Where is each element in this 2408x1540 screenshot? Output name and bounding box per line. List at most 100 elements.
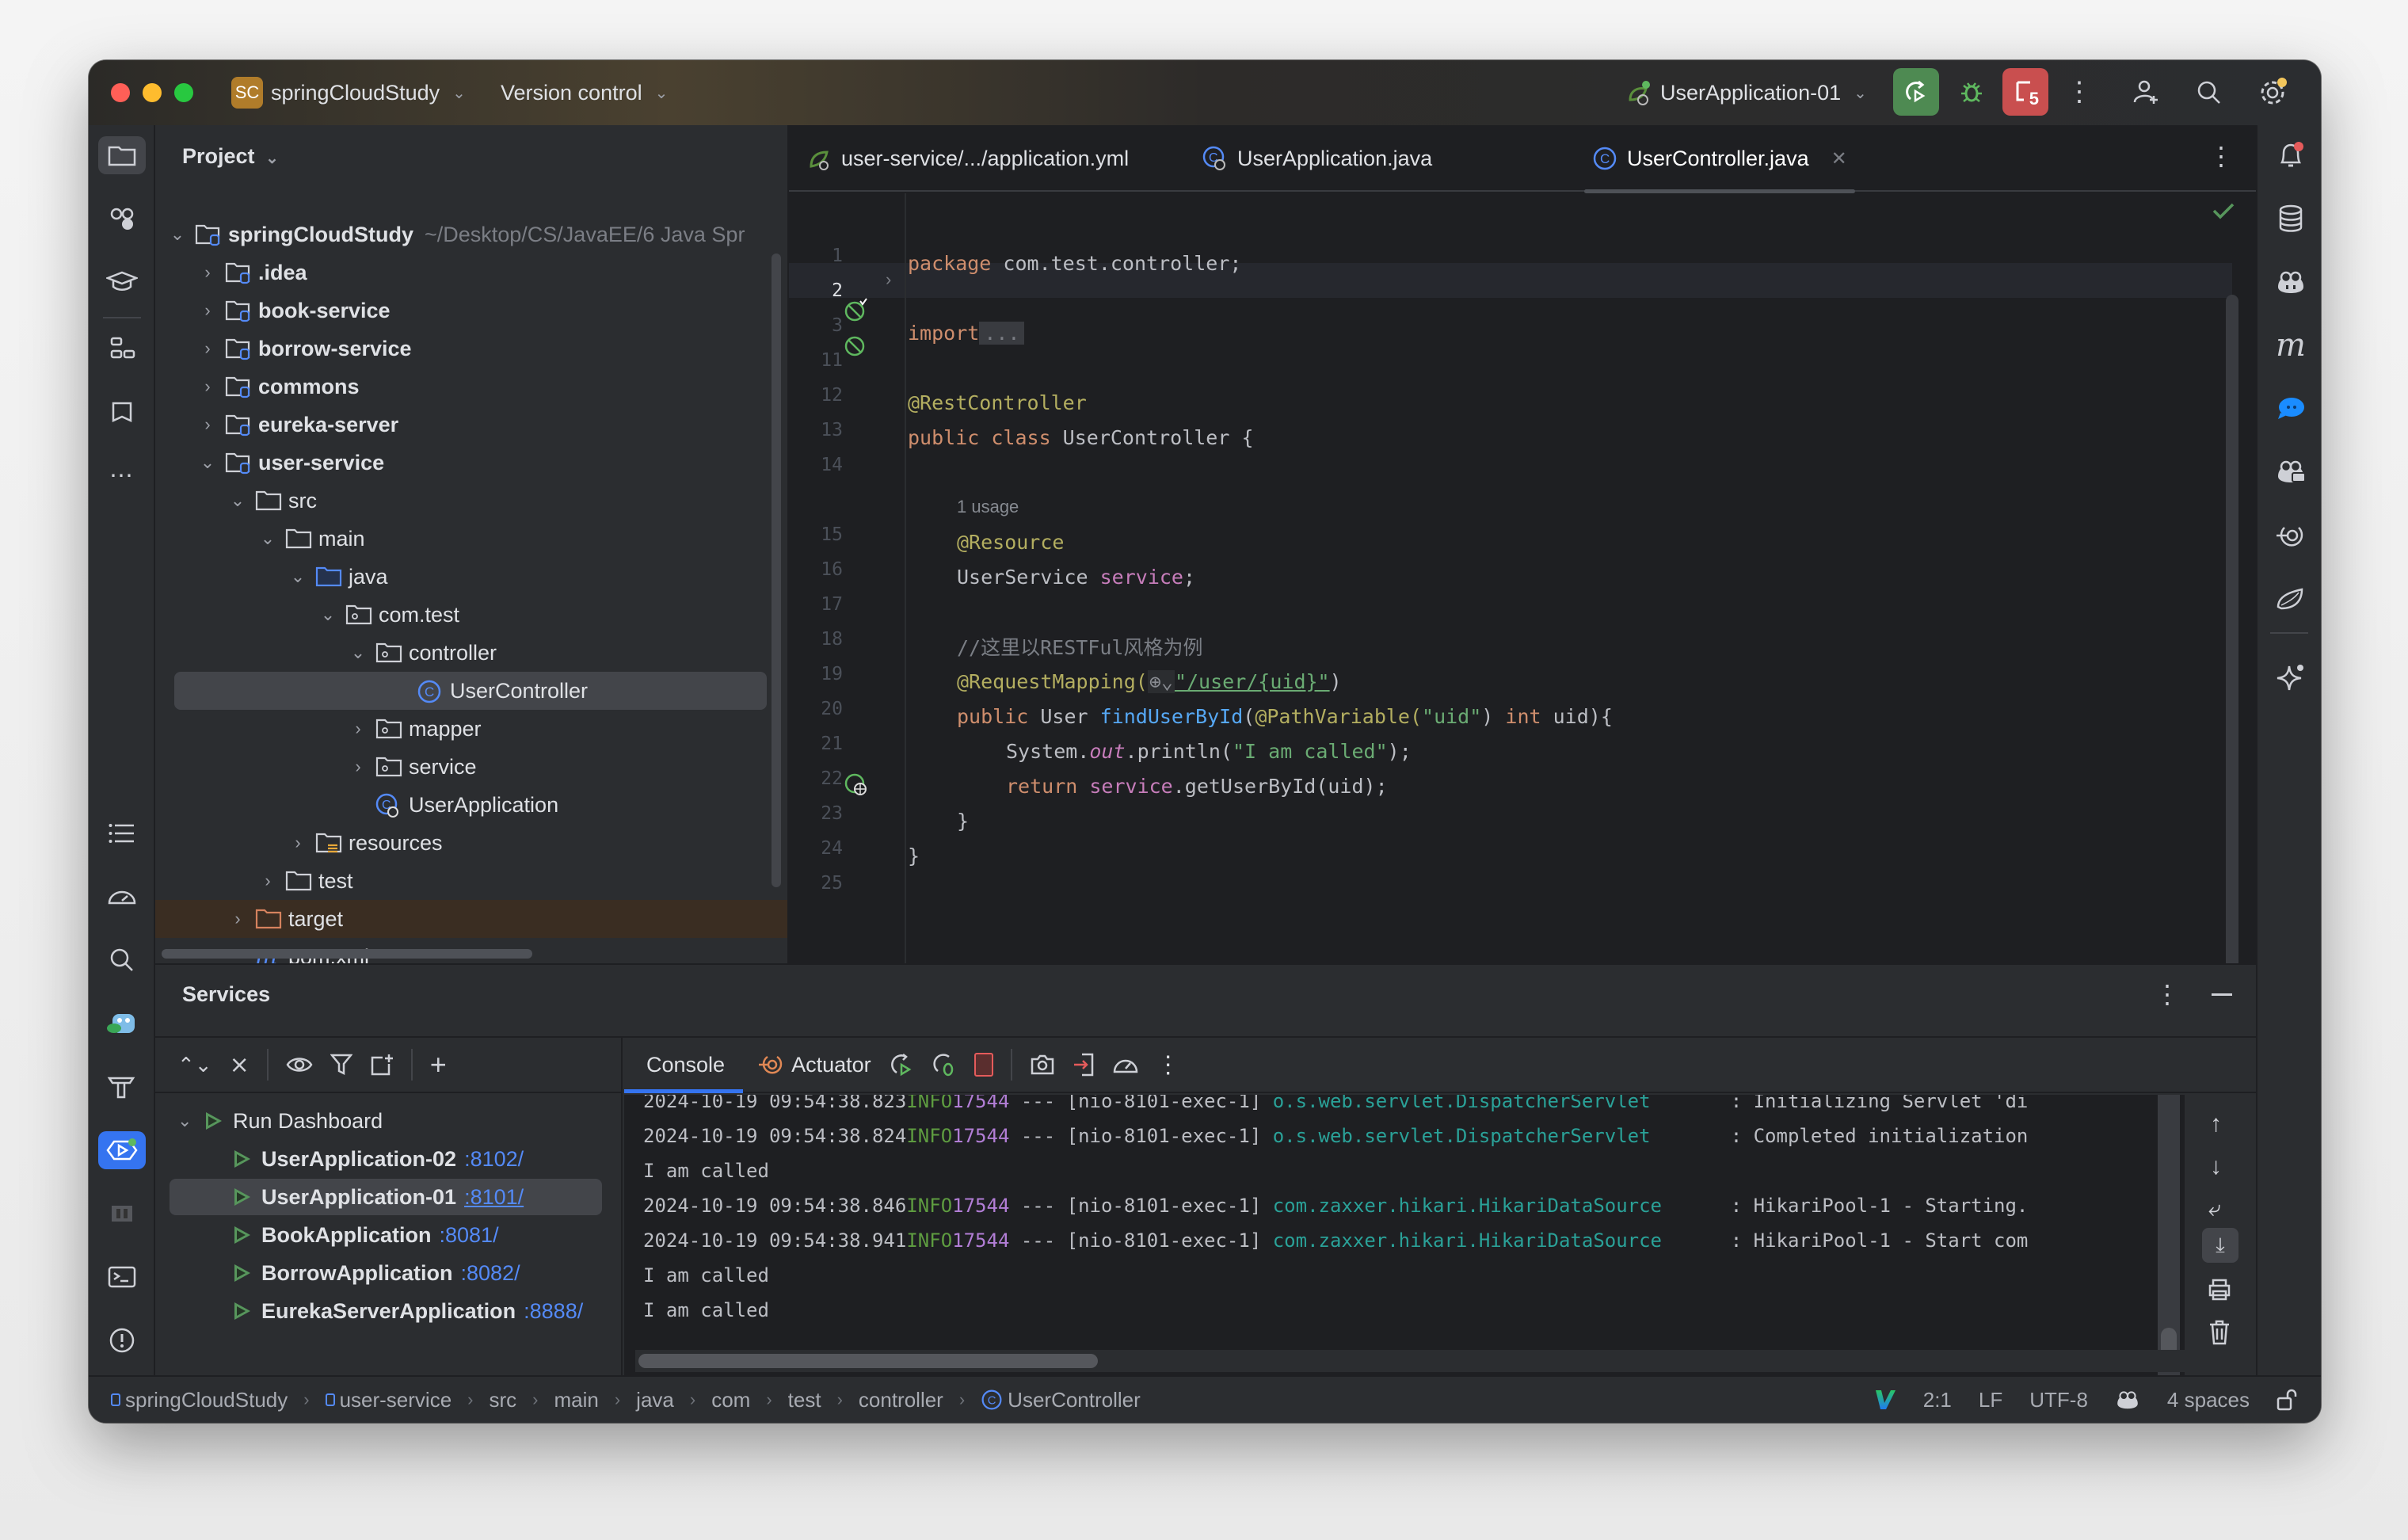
http-endpoint-icon[interactable]: ⊕⌄ [1147,669,1175,693]
console-vertical-scrollbar[interactable] [2158,1095,2180,1375]
chevron-right-icon[interactable]: › [196,376,219,397]
console-more-button[interactable]: ⋮ [1156,1051,1180,1079]
chevron-right-icon[interactable]: › [347,757,369,777]
chevron-down-icon[interactable]: ⌄ [287,566,309,587]
fold-imports-icon[interactable]: › [886,269,891,290]
learn-tool-button[interactable] [103,200,141,238]
breadcrumb-item[interactable]: main [554,1388,598,1412]
line-number[interactable]: 20 [789,699,843,719]
line-number[interactable]: 19 [789,664,843,684]
run-config-selector[interactable]: UserApplication-01 ⌄ [1625,60,1867,125]
chevron-right-icon[interactable]: › [347,719,369,739]
tree-item[interactable]: ⌄ java [155,558,787,596]
structure-tool-button[interactable] [103,330,141,368]
tree-item[interactable]: › book-service [155,292,787,330]
console-output[interactable]: 2024-10-19 09:54:38.823 INFO 17544 --- [… [624,1095,2185,1375]
stop-button[interactable] [973,1053,993,1077]
rerun-debug-button[interactable] [932,1052,957,1077]
indent-setting[interactable]: 4 spaces [2167,1388,2250,1412]
project-panel-header[interactable]: Project ⌄ [182,144,279,169]
service-item[interactable]: BorrowApplication:8082/ [234,1255,520,1291]
ai-assistant-button[interactable] [2272,659,2310,697]
add-service-button[interactable]: + [430,1048,447,1081]
line-number[interactable]: 13 [789,420,843,440]
tree-item[interactable]: › target [155,900,787,938]
tree-item[interactable]: ⌄ user-service [155,444,787,482]
line-number[interactable]: 3 [789,315,843,336]
chevron-down-icon[interactable]: ⌄ [347,642,369,663]
maximize-window-button[interactable] [174,83,193,102]
tree-item[interactable]: › service [155,748,787,786]
chevron-down-icon[interactable]: ⌄ [317,604,339,625]
database-tool-button[interactable] [103,1195,141,1233]
project-tool-button[interactable] [98,136,146,174]
line-number[interactable]: 25 [789,873,843,894]
tree-horizontal-scrollbar[interactable] [162,949,532,959]
line-number[interactable]: 15 [789,524,843,545]
services-options-button[interactable]: ⋮ [2155,979,2180,1009]
line-number[interactable]: 16 [789,559,843,580]
copilot-status-icon[interactable] [2115,1389,2140,1411]
close-window-button[interactable] [111,83,130,102]
cursor-position[interactable]: 2:1 [1923,1388,1952,1412]
version-control-menu[interactable]: Version control ⌄ [501,60,668,125]
tree-item[interactable]: ⌄ com.test [155,596,787,634]
tree-item[interactable]: › test [155,862,787,900]
settings-button[interactable] [2251,71,2294,114]
tree-item[interactable]: ⌄ src [155,482,787,520]
minimize-window-button[interactable] [143,83,162,102]
tree-item[interactable]: › mapper [155,710,787,748]
debug-button[interactable] [1949,68,1995,116]
tab-application-yml[interactable]: user-service/.../application.yml [808,125,1129,192]
breadcrumb-item[interactable]: test [788,1388,821,1412]
line-number[interactable]: 18 [789,629,843,650]
spring-button[interactable] [2272,580,2310,618]
chevron-down-icon[interactable]: ⌄ [196,452,219,473]
tree-item-root[interactable]: ⌄ springCloudStudy ~/Desktop/CS/JavaEE/6 J… [155,215,787,253]
build-tool-button[interactable] [103,1068,141,1106]
run-dashboard-node[interactable]: ⌄ Run Dashboard [177,1103,383,1139]
tabs-menu-button[interactable]: ⋮ [2208,141,2234,171]
plugin-tool-button[interactable] [103,1004,141,1043]
new-tab-button[interactable] [370,1053,394,1077]
line-number[interactable]: 22 [789,768,843,789]
service-item[interactable]: BookApplication:8081/ [234,1217,499,1253]
file-encoding[interactable]: UTF-8 [2029,1388,2088,1412]
line-number[interactable]: 17 [789,594,843,615]
chevron-right-icon[interactable]: › [196,300,219,321]
chevron-right-icon[interactable]: › [287,833,309,853]
service-port-link[interactable]: :8888/ [524,1299,583,1324]
minimize-panel-button[interactable] [2212,993,2232,996]
line-number[interactable]: 2 [789,280,843,301]
chevron-right-icon[interactable]: › [196,414,219,435]
soft-wrap-button[interactable]: ⤶ [2208,1196,2221,1222]
tree-item[interactable]: C UserApplication [155,786,787,824]
view-options-button[interactable] [286,1054,313,1075]
line-ending[interactable]: LF [1979,1388,2002,1412]
tree-item[interactable]: › borrow-service [155,330,787,368]
chevron-down-icon[interactable]: ⌄ [227,490,249,511]
rerun-button[interactable] [1893,68,1939,116]
chat-button[interactable] [2272,390,2310,428]
more-actions-button[interactable]: ⋮ [2066,68,2093,116]
chevron-right-icon[interactable]: › [196,262,219,283]
breadcrumb-item[interactable]: springCloudStudy [111,1388,288,1412]
search-button[interactable] [2188,71,2231,114]
terminal-tool-button[interactable] [103,1258,141,1296]
usage-hint[interactable]: 1 usage [908,490,2256,524]
tree-vertical-scrollbar[interactable] [772,253,781,887]
line-number[interactable]: 21 [789,734,843,754]
folded-imports[interactable]: ... [979,321,1025,345]
breadcrumb-item[interactable]: com [711,1388,750,1412]
service-port-link[interactable]: :8081/ [440,1223,499,1248]
stop-all-button[interactable]: 5 [2002,68,2048,116]
chevron-right-icon[interactable]: › [227,909,249,929]
code-editor[interactable]: user-service/.../application.yml C UserA… [789,125,2256,971]
chevron-right-icon[interactable]: › [257,871,279,891]
no-problems-check-icon[interactable] [2212,201,2235,220]
breadcrumb-item[interactable]: user-service [325,1388,452,1412]
services-tool-button[interactable] [98,1131,146,1169]
endpoint-gutter-icon[interactable] [843,772,870,799]
clear-console-button[interactable] [2208,1320,2231,1345]
copilot-chat-button[interactable] [2272,453,2310,491]
